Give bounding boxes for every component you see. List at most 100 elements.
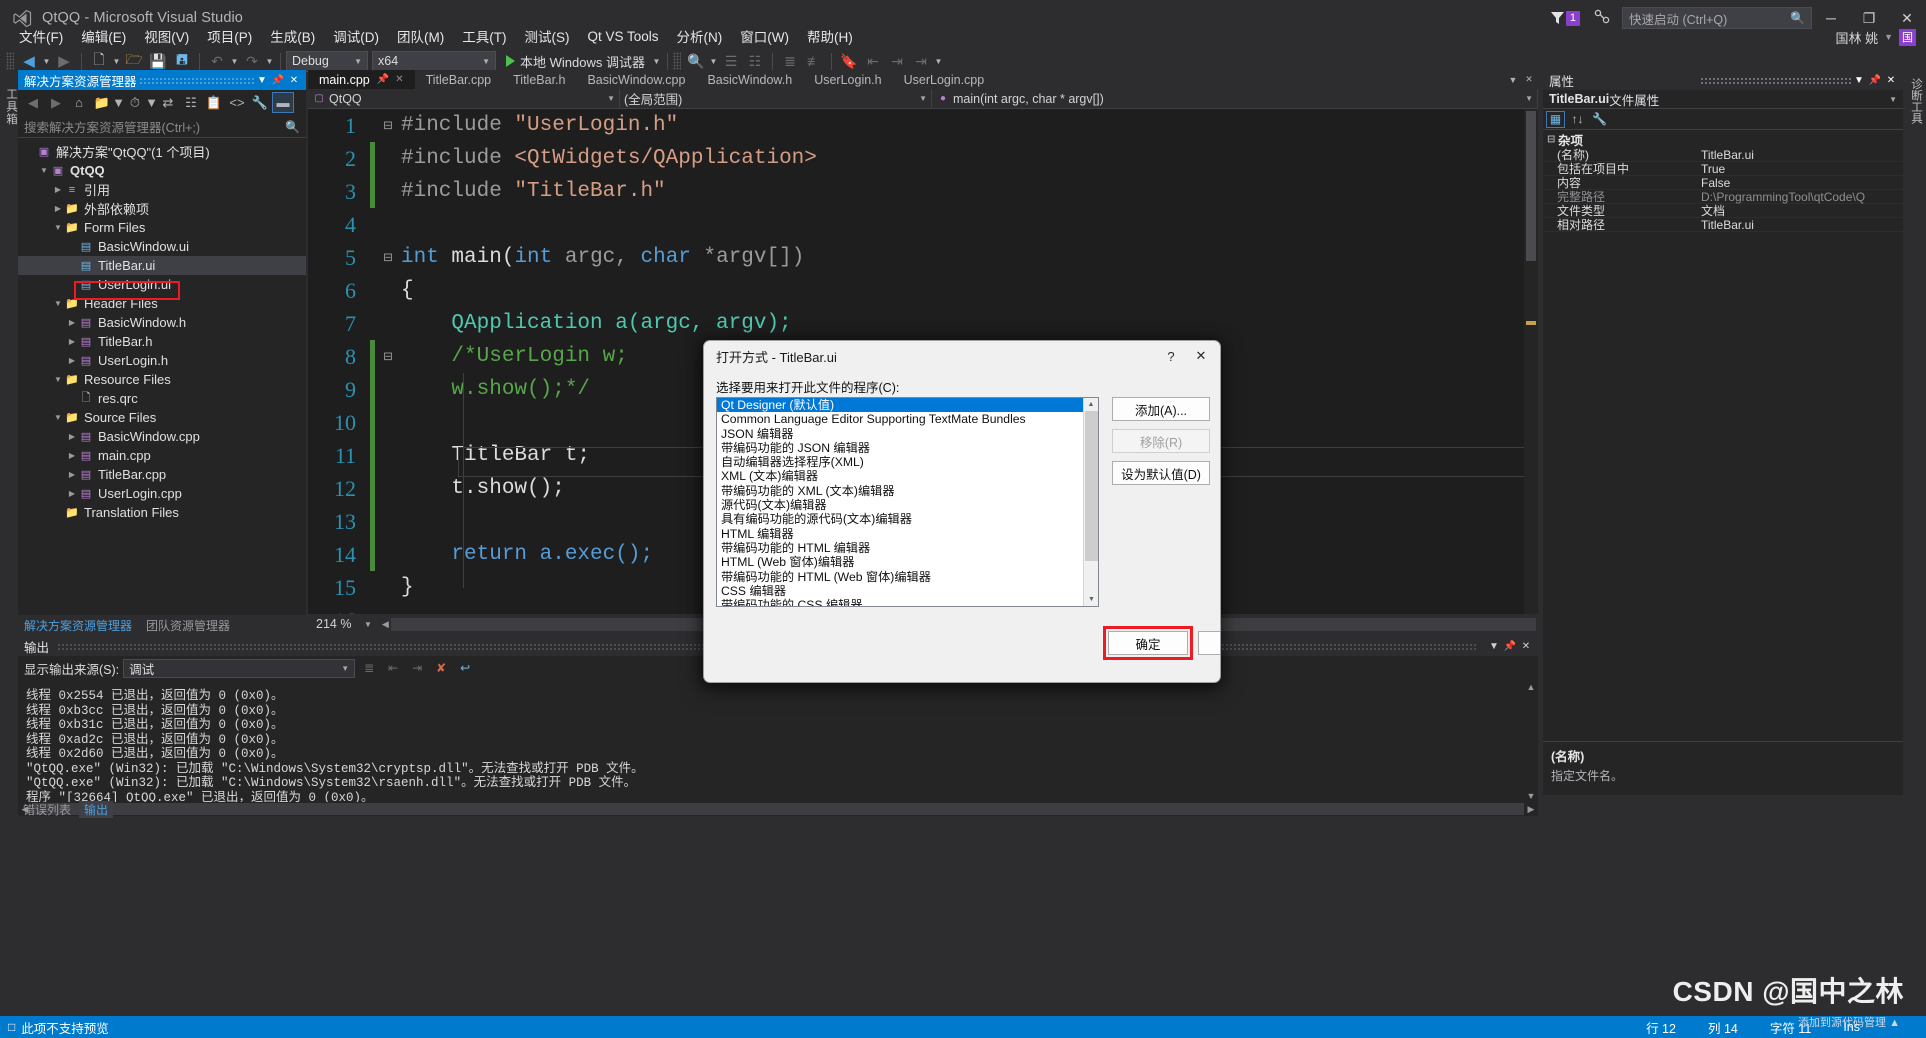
- pin-icon[interactable]: 📌: [270, 71, 286, 89]
- chevron-down-icon[interactable]: ▼: [1884, 32, 1893, 42]
- chevron-down-icon[interactable]: ▼: [1851, 71, 1867, 89]
- menu-item-5[interactable]: 调试(D): [324, 24, 388, 48]
- tree-item-8[interactable]: ▼ 📁 Header Files: [18, 294, 306, 313]
- go-to-next-icon[interactable]: ⇥: [407, 659, 427, 678]
- collapse-all-icon[interactable]: ▬: [272, 92, 294, 113]
- tree-item-4[interactable]: ▼ 📁 Form Files: [18, 218, 306, 237]
- tree-item-0[interactable]: ▣ 解决方案"QtQQ"(1 个项目): [18, 142, 306, 161]
- property-pages-icon[interactable]: 🔧: [1590, 111, 1609, 128]
- solution-explorer-tab-1[interactable]: 团队资源管理器: [140, 617, 236, 634]
- platform-combo[interactable]: x64 ▼: [372, 50, 496, 72]
- member-combo[interactable]: ● main(int argc, char * argv[]) ▼: [932, 88, 1538, 109]
- program-item-4[interactable]: 自动编辑器选择程序(XML): [717, 455, 1098, 469]
- chevron-right-icon[interactable]: ▶: [66, 489, 78, 498]
- sync-icon[interactable]: ⇄: [157, 92, 179, 113]
- tree-item-3[interactable]: ▶ 📁 外部依赖项: [18, 199, 306, 218]
- help-icon[interactable]: ?: [1156, 343, 1186, 369]
- pin-icon[interactable]: 📌: [1502, 637, 1518, 655]
- go-to-previous-icon[interactable]: ⇤: [383, 659, 403, 678]
- diagnostic-tools-strip[interactable]: 诊断工具: [1903, 70, 1926, 350]
- program-item-6[interactable]: 带编码功能的 XML (文本)编辑器: [717, 484, 1098, 498]
- tree-item-11[interactable]: ▶ ▤ UserLogin.h: [18, 351, 306, 370]
- code-line-7[interactable]: 7 QApplication a(argc, argv);: [308, 307, 1538, 340]
- chevron-down-icon-2[interactable]: ▼: [145, 92, 158, 113]
- menu-item-12[interactable]: 帮助(H): [798, 24, 862, 48]
- scope-combo[interactable]: (全局范围) ▼: [620, 88, 932, 109]
- editor-tab-6[interactable]: UserLogin.cpp: [893, 70, 996, 89]
- property-value[interactable]: True: [1695, 162, 1903, 176]
- chevron-down-icon[interactable]: ▼: [52, 299, 64, 308]
- code-line-2[interactable]: 2 #include <QtWidgets/QApplication>: [308, 142, 1538, 175]
- code-line-6[interactable]: 6{: [308, 274, 1538, 307]
- cancel-button[interactable]: 取消: [1198, 631, 1220, 655]
- scroll-up-icon[interactable]: ▲: [1524, 680, 1538, 693]
- tree-item-7[interactable]: ▤ UserLogin.ui: [18, 275, 306, 294]
- menu-item-3[interactable]: 项目(P): [198, 24, 261, 48]
- program-item-13[interactable]: CSS 编辑器: [717, 584, 1098, 598]
- code-line-4[interactable]: 4: [308, 208, 1538, 241]
- show-all-files-icon[interactable]: <>: [226, 92, 248, 113]
- program-item-0[interactable]: Qt Designer (默认值): [717, 398, 1098, 413]
- program-list-scrollbar[interactable]: ▲ ▼: [1083, 398, 1098, 606]
- chevron-right-icon[interactable]: ▶: [66, 337, 78, 346]
- scroll-left-icon[interactable]: ◀: [382, 619, 389, 630]
- chevron-right-icon[interactable]: ▶: [66, 318, 78, 327]
- tree-item-10[interactable]: ▶ ▤ TitleBar.h: [18, 332, 306, 351]
- start-debugging-button[interactable]: 本地 Windows 调试器: [500, 50, 651, 72]
- scroll-right-icon[interactable]: ▶: [1524, 804, 1538, 815]
- menu-item-10[interactable]: 分析(N): [668, 24, 732, 48]
- fold-toggle-icon[interactable]: ⊟: [375, 347, 401, 366]
- properties-icon[interactable]: ☷: [180, 92, 202, 113]
- scroll-down-icon[interactable]: ▼: [1524, 789, 1538, 802]
- user-account-area[interactable]: 国林 姚 ▼ 国: [1835, 26, 1916, 48]
- chevron-down-icon[interactable]: ▼: [52, 375, 64, 384]
- close-icon[interactable]: ✕: [286, 71, 302, 89]
- chevron-right-icon[interactable]: ▶: [66, 356, 78, 365]
- output-text[interactable]: 线程 0x2554 已退出，返回值为 0 (0x0)。 线程 0xb3cc 已退出…: [18, 680, 1538, 805]
- configuration-combo[interactable]: Debug ▼: [286, 50, 368, 72]
- alphabetical-icon[interactable]: ↑↓: [1568, 111, 1587, 128]
- new-folder-icon[interactable]: 📁: [91, 92, 113, 113]
- pin-icon[interactable]: 📌: [377, 74, 389, 85]
- chevron-down-icon[interactable]: ▼: [1889, 95, 1897, 104]
- chevron-down-icon[interactable]: ▼: [1486, 637, 1502, 655]
- editor-tab-2[interactable]: TitleBar.h: [502, 70, 576, 89]
- menu-item-2[interactable]: 视图(V): [135, 24, 198, 48]
- tree-item-13[interactable]: 🗋 res.qrc: [18, 389, 306, 408]
- chevron-down-icon[interactable]: ▼: [112, 92, 125, 113]
- program-item-7[interactable]: 源代码(文本)编辑器: [717, 498, 1098, 512]
- tree-item-15[interactable]: ▶ ▤ BasicWindow.cpp: [18, 427, 306, 446]
- tree-item-5[interactable]: ▤ BasicWindow.ui: [18, 237, 306, 256]
- zoom-level[interactable]: 214 %: [308, 617, 360, 631]
- go-to-message-icon[interactable]: ≣: [359, 659, 379, 678]
- scroll-down-icon[interactable]: ▼: [1084, 593, 1098, 606]
- toolbox-strip[interactable]: 工具箱: [0, 76, 18, 621]
- tree-item-16[interactable]: ▶ ▤ main.cpp: [18, 446, 306, 465]
- output-source-combo[interactable]: 调试 ▼: [123, 658, 356, 678]
- menu-item-8[interactable]: 测试(S): [516, 24, 579, 48]
- program-list[interactable]: Qt Designer (默认值) Common Language Editor …: [716, 397, 1099, 607]
- chevron-right-icon[interactable]: ▶: [66, 470, 78, 479]
- program-item-11[interactable]: HTML (Web 窗体)编辑器: [717, 555, 1098, 569]
- remove-button[interactable]: 移除(R): [1112, 429, 1210, 453]
- chevron-down-icon[interactable]: ▼: [364, 620, 372, 629]
- avatar[interactable]: 国: [1899, 28, 1916, 46]
- chevron-down-icon[interactable]: ▼: [52, 223, 64, 232]
- code-line-5[interactable]: 5 ⊟ int main(int argc, char *argv[]): [308, 241, 1538, 274]
- output-tab-0[interactable]: 错误列表: [18, 801, 76, 818]
- chevron-down-icon[interactable]: ▼: [254, 71, 270, 89]
- property-value[interactable]: False: [1695, 176, 1903, 190]
- editor-tab-3[interactable]: BasicWindow.cpp: [576, 70, 696, 89]
- tree-item-12[interactable]: ▼ 📁 Resource Files: [18, 370, 306, 389]
- code-line-1[interactable]: 1 ⊟ #include "UserLogin.h": [308, 109, 1538, 142]
- menu-item-6[interactable]: 团队(M): [388, 24, 453, 48]
- program-item-14[interactable]: 带编码功能的 CSS 编辑器: [717, 598, 1098, 606]
- forward-icon[interactable]: ▶: [45, 92, 67, 113]
- program-item-5[interactable]: XML (文本)编辑器: [717, 469, 1098, 483]
- property-row-5[interactable]: 相对路径 TitleBar.ui: [1543, 218, 1903, 232]
- chevron-right-icon[interactable]: ▶: [66, 451, 78, 460]
- menu-item-0[interactable]: 文件(F): [10, 24, 72, 48]
- add-button[interactable]: 添加(A)...: [1112, 397, 1210, 421]
- program-item-9[interactable]: HTML 编辑器: [717, 527, 1098, 541]
- menu-item-9[interactable]: Qt VS Tools: [579, 27, 668, 46]
